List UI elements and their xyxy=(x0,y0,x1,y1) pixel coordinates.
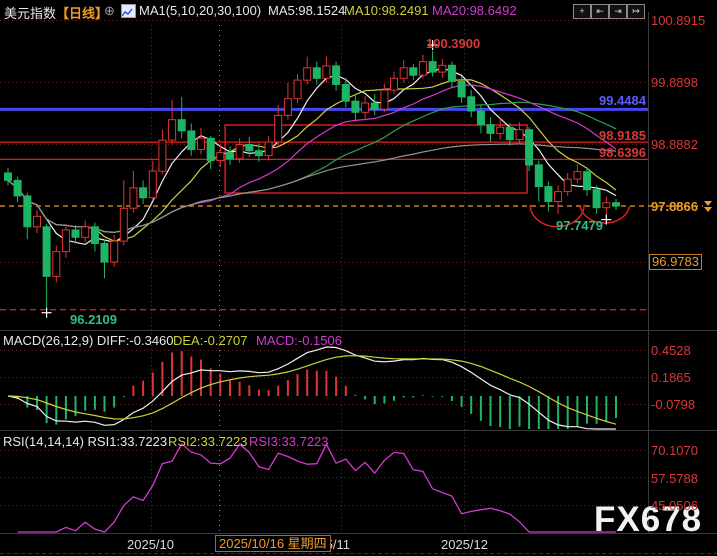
high-annotation: 100.3900 xyxy=(426,36,481,51)
rsi-title: RSI(14,14,14) RSI1:33.7223 xyxy=(3,434,168,449)
axis-fit-left-icon[interactable]: ⇤ xyxy=(591,4,609,19)
rsi3-value: RSI3:33.7223 xyxy=(249,434,329,449)
macd-tick-2: 0.1865 xyxy=(651,370,691,385)
period-selector[interactable]: 【日线】 xyxy=(56,3,108,22)
low-annotation: 96.2109 xyxy=(70,312,117,327)
macd-macd-value: MACD:-0.1506 xyxy=(256,333,342,348)
ma-settings-label: MA1(5,10,20,30,100) xyxy=(139,3,262,18)
crosshair-tool-icon[interactable]: + xyxy=(573,4,591,19)
macd-title: MACD(26,12,9) DIFF:-0.3460 xyxy=(3,333,174,348)
expand-icon[interactable]: ⊕ xyxy=(104,3,115,19)
rsi2-value: RSI2:33.7223 xyxy=(168,434,248,449)
xaxis-oct-label: 2025/10 xyxy=(127,537,174,552)
macd-tick-3: -0.0798 xyxy=(651,397,696,412)
price-tick-99: 99.8898 xyxy=(651,75,698,90)
chart-app-window: FX678 美元指数 【日线】 ⊕ MA1(5,10,20,30,100) MA… xyxy=(0,0,717,556)
rsi-tick-45: 45.0506 xyxy=(651,498,698,513)
price-tick-98: 98.8882 xyxy=(651,137,698,152)
ma10-value: MA10:98.2491 xyxy=(344,3,429,18)
blue-level-label: 99.4484 xyxy=(599,93,646,108)
crosshair-price-label: 96.9783 xyxy=(649,254,702,270)
candlestick-chart[interactable] xyxy=(0,0,717,556)
crosshair-date-label: 2025/10/16 星期四 xyxy=(215,535,331,552)
axis-fit-right-icon[interactable]: ⇥ xyxy=(609,4,627,19)
current-price-label: 97.8866 xyxy=(651,199,698,214)
ma5-value: MA5:98.1524 xyxy=(268,3,346,18)
rsi-tick-57: 57.5788 xyxy=(651,471,698,486)
xaxis-dec-label: 2025/12 xyxy=(441,537,488,552)
chart-type-icon[interactable] xyxy=(121,4,136,18)
title-bar: 美元指数 【日线】 ⊕ MA1(5,10,20,30,100) MA5:98.1… xyxy=(0,2,717,22)
red-lower-level-label: 98.6396 xyxy=(599,145,646,160)
red-upper-level-label: 98.9185 xyxy=(599,128,646,143)
axis-pan-icon[interactable]: ↦ xyxy=(627,4,645,19)
symbol-title: 美元指数 xyxy=(4,6,57,21)
ma20-value: MA20:98.6492 xyxy=(432,3,517,18)
macd-dea-value: DEA:-0.2707 xyxy=(173,333,248,348)
macd-tick-1: 0.4528 xyxy=(651,343,691,358)
rsi-tick-70: 70.1070 xyxy=(651,443,698,458)
recent-low-annotation: 97.7479 xyxy=(556,218,603,233)
